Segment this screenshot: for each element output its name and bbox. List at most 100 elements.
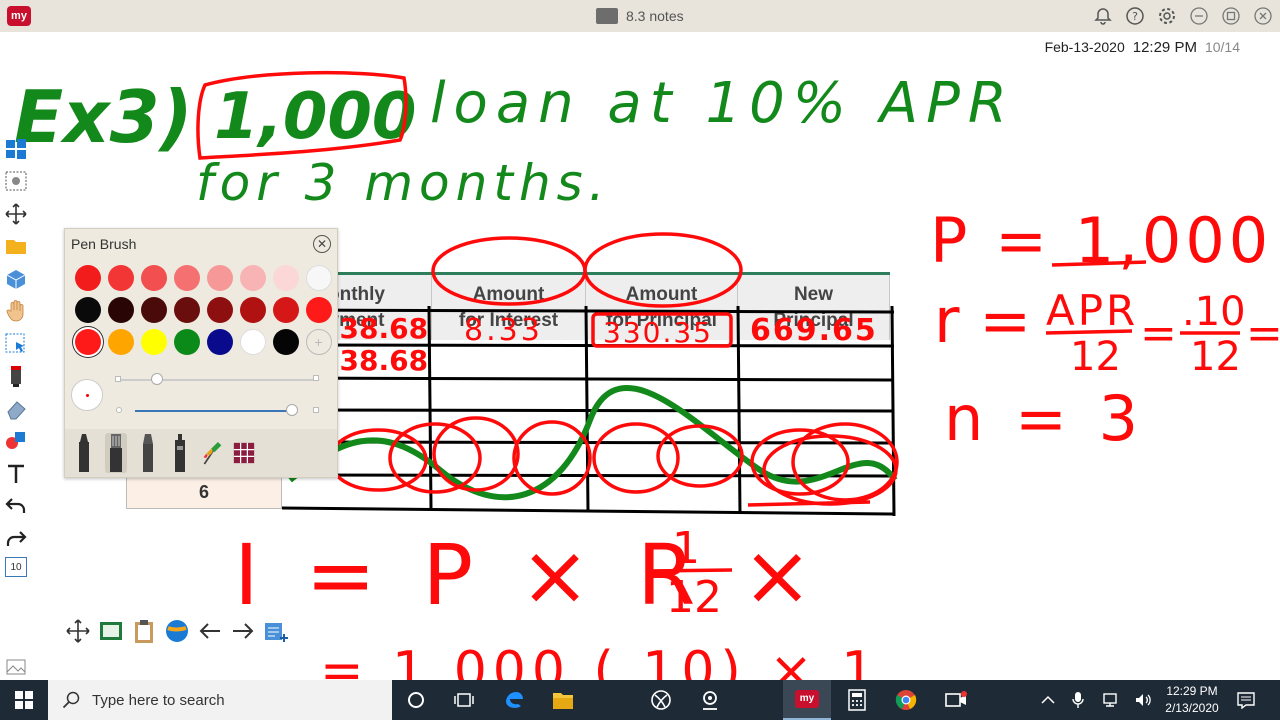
myviewboard-button[interactable]: my xyxy=(783,680,831,720)
minimize-button[interactable] xyxy=(1188,5,1210,27)
speaker-icon xyxy=(1136,694,1151,706)
color-swatch[interactable] xyxy=(107,265,134,291)
color-swatch[interactable] xyxy=(272,297,299,323)
color-swatch[interactable] xyxy=(206,265,233,291)
notification-bell-button[interactable] xyxy=(1092,5,1114,27)
pen-type-spray[interactable] xyxy=(169,433,191,473)
cortana-button[interactable] xyxy=(392,680,440,720)
network-button[interactable] xyxy=(1100,680,1124,720)
close-button[interactable] xyxy=(1252,5,1274,27)
task-view-button[interactable] xyxy=(440,680,488,720)
eraser-icon xyxy=(7,400,26,419)
gallery-button[interactable] xyxy=(2,652,30,681)
help-icon: ? xyxy=(1126,7,1144,25)
help-button[interactable]: ? xyxy=(1124,5,1146,27)
maximize-button[interactable] xyxy=(1220,5,1242,27)
move-tool-button[interactable] xyxy=(2,199,30,228)
shapes-tool-button[interactable] xyxy=(2,427,30,456)
select-tool-button[interactable] xyxy=(2,329,30,358)
resources-button[interactable] xyxy=(2,264,30,293)
microphone-button[interactable] xyxy=(1068,680,1088,720)
taskbar-clock[interactable]: 12:29 PM 2/13/2020 xyxy=(1156,683,1228,717)
xbox-button[interactable] xyxy=(637,680,685,720)
text-tool-button[interactable] xyxy=(2,459,30,488)
next-page-button[interactable] xyxy=(229,617,257,645)
edge-button[interactable] xyxy=(490,680,538,720)
browser-button[interactable] xyxy=(163,617,191,645)
color-swatch[interactable] xyxy=(305,297,332,323)
opacity-knob[interactable] xyxy=(286,404,298,416)
opacity-slider[interactable] xyxy=(135,410,295,412)
add-page-button[interactable] xyxy=(262,617,290,645)
color-swatch[interactable] xyxy=(272,265,299,291)
start-button[interactable] xyxy=(0,680,48,720)
whiteboard-mode-button[interactable] xyxy=(97,617,125,645)
screen-capture-button[interactable] xyxy=(2,167,30,196)
action-center-button[interactable] xyxy=(1234,680,1258,720)
color-swatch[interactable] xyxy=(173,329,200,355)
pen-type-feather[interactable] xyxy=(201,433,223,473)
color-swatch[interactable] xyxy=(74,265,101,291)
pen-panel-close-button[interactable]: ✕ xyxy=(313,235,331,253)
color-swatch[interactable] xyxy=(239,297,266,323)
brush-size-knob[interactable] xyxy=(151,373,163,385)
toolbar-move-button[interactable] xyxy=(64,617,92,645)
add-color-button[interactable]: + xyxy=(305,329,332,355)
undo-icon xyxy=(5,498,26,513)
app-button-2[interactable] xyxy=(686,680,734,720)
color-swatch[interactable] xyxy=(239,329,266,355)
folder-button[interactable] xyxy=(2,232,30,261)
color-swatch[interactable] xyxy=(173,297,200,323)
folder-icon xyxy=(6,240,26,254)
microphone-icon xyxy=(1072,692,1084,708)
volume-button[interactable] xyxy=(1132,680,1156,720)
previous-page-button[interactable] xyxy=(196,617,224,645)
pen-tool-button[interactable] xyxy=(2,362,30,391)
hand-tool-button[interactable] xyxy=(2,297,30,326)
file-explorer-button[interactable] xyxy=(539,680,587,720)
eraser-tool-button[interactable] xyxy=(2,394,30,423)
undo-button[interactable] xyxy=(2,492,30,521)
color-swatch[interactable] xyxy=(239,265,266,291)
pen-type-row xyxy=(65,429,337,477)
color-swatch[interactable] xyxy=(206,297,233,323)
r-numerator: APR xyxy=(1046,286,1138,335)
board-icon xyxy=(100,622,122,640)
redo-button[interactable] xyxy=(2,524,30,553)
calculator-button[interactable] xyxy=(833,680,881,720)
pen-type-pattern[interactable] xyxy=(233,433,255,473)
taskbar-search-box[interactable] xyxy=(48,680,392,720)
color-swatch[interactable] xyxy=(272,329,299,355)
formula: I = P × R × xyxy=(234,526,822,624)
color-swatch[interactable] xyxy=(140,297,167,323)
search-icon xyxy=(62,691,80,709)
color-swatch[interactable] xyxy=(140,329,167,355)
windows-button[interactable] xyxy=(2,134,30,163)
color-swatch[interactable] xyxy=(305,265,332,291)
tray-overflow-button[interactable] xyxy=(1038,680,1058,720)
settings-button[interactable] xyxy=(1156,5,1178,27)
color-swatches: + xyxy=(71,265,335,355)
image-icon xyxy=(6,659,26,674)
pen-type-marker[interactable] xyxy=(73,433,95,473)
color-swatch[interactable] xyxy=(206,329,233,355)
r-equals-2: = xyxy=(1246,308,1280,359)
color-swatch[interactable] xyxy=(74,329,101,355)
color-swatch[interactable] xyxy=(107,329,134,355)
color-swatch[interactable] xyxy=(173,265,200,291)
recorder-button[interactable] xyxy=(932,680,980,720)
taskbar-search-input[interactable] xyxy=(92,691,372,709)
pen-type-brush[interactable] xyxy=(105,433,127,473)
clipboard-button[interactable] xyxy=(130,617,158,645)
page-count-button[interactable]: 10 xyxy=(5,557,27,577)
windows-logo-icon xyxy=(15,691,33,709)
brush-size-slider[interactable] xyxy=(119,379,315,381)
pen-type-highlighter[interactable] xyxy=(137,433,159,473)
color-swatch[interactable] xyxy=(74,297,101,323)
color-swatch[interactable] xyxy=(140,265,167,291)
chrome-button[interactable] xyxy=(882,680,930,720)
color-swatch[interactable] xyxy=(107,297,134,323)
formula-numerator: 1 xyxy=(672,523,700,574)
app-logo[interactable]: my xyxy=(7,6,31,26)
opacity-slider-max xyxy=(313,407,319,413)
